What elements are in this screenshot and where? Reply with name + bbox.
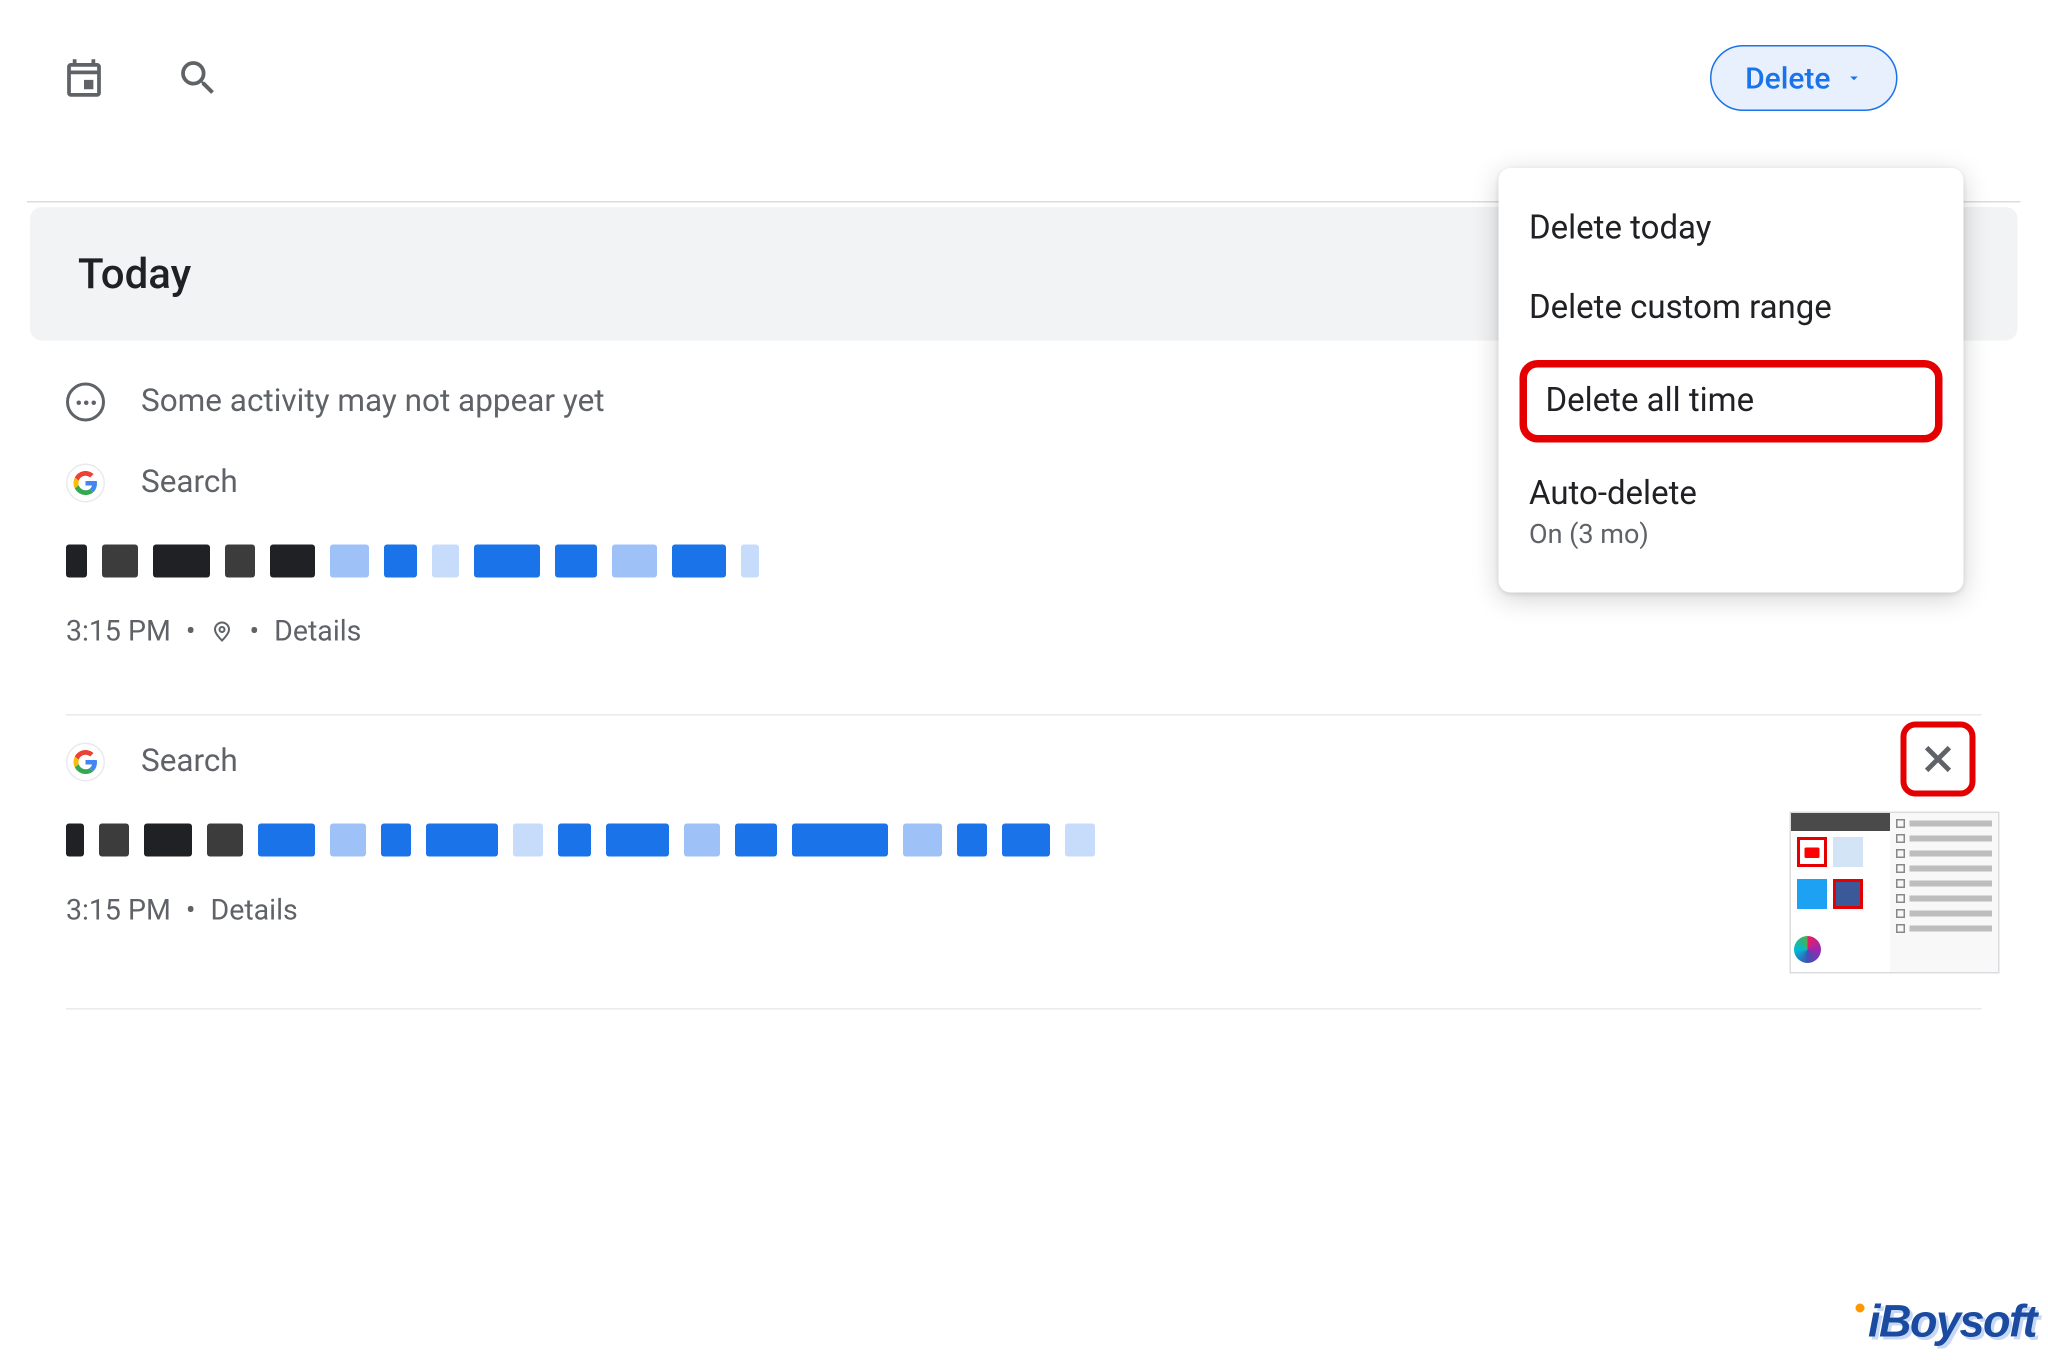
delete-label: Delete — [1745, 60, 1830, 96]
calendar-icon[interactable] — [57, 51, 111, 105]
toolbar: Delete — [0, 0, 2048, 147]
close-icon — [1919, 740, 1958, 779]
delete-dropdown-button[interactable]: Delete — [1711, 45, 1898, 111]
item-source: Search — [141, 465, 238, 501]
item-time: 3:15 PM — [66, 614, 171, 649]
item-details-link[interactable]: Details — [274, 614, 361, 649]
item-meta: 3:15 PM • • Details — [66, 593, 1982, 658]
activity-notice-text: Some activity may not appear yet — [141, 384, 605, 420]
watermark: iBoysoft — [1856, 1297, 2036, 1348]
google-icon — [66, 464, 105, 503]
item-time: 3:15 PM — [66, 893, 171, 928]
activity-item: Search — [0, 716, 2048, 964]
location-pin-icon — [211, 619, 235, 643]
item-source: Search — [141, 744, 238, 780]
chevron-down-icon — [1845, 69, 1863, 87]
item-title-redacted[interactable] — [66, 794, 1982, 872]
item-thumbnail — [1790, 812, 2000, 974]
search-icon[interactable] — [171, 51, 225, 105]
delete-item-button[interactable] — [1901, 722, 1976, 797]
delete-dropdown-menu: Delete today Delete custom range Delete … — [1499, 168, 1964, 593]
item-details-link[interactable]: Details — [211, 893, 298, 928]
item-divider — [66, 1008, 1982, 1010]
menu-item-delete-custom-range[interactable]: Delete custom range — [1499, 269, 1964, 349]
google-icon — [66, 743, 105, 782]
menu-item-delete-all-time[interactable]: Delete all time — [1520, 360, 1943, 443]
item-meta: 3:15 PM • Details — [66, 872, 1982, 937]
ellipsis-circle-icon — [66, 383, 105, 422]
menu-item-delete-today[interactable]: Delete today — [1499, 189, 1964, 269]
menu-item-auto-delete[interactable]: Auto-delete On (3 mo) — [1499, 455, 1964, 572]
